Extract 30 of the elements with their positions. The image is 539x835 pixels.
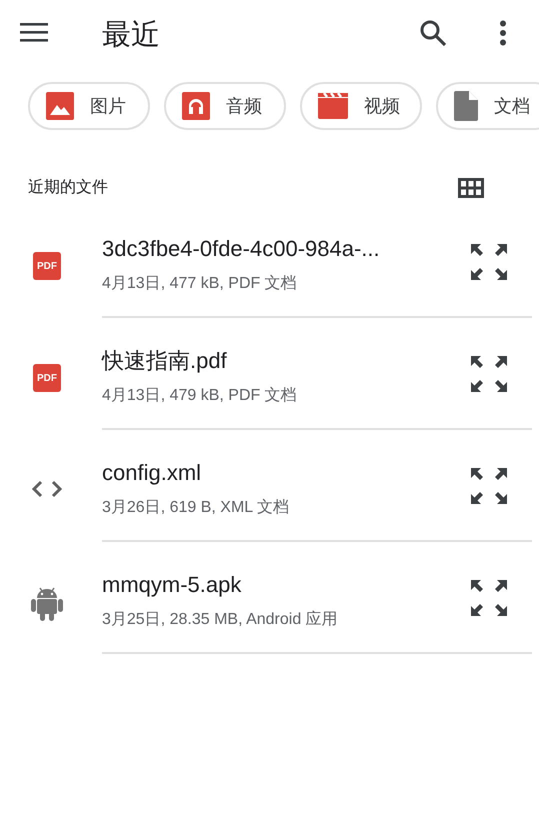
image-icon xyxy=(46,92,74,120)
clapperboard-icon xyxy=(318,93,348,119)
pdf-file-icon: PDF xyxy=(33,252,61,280)
expand-icon[interactable] xyxy=(471,244,507,280)
grid-view-icon[interactable] xyxy=(458,178,484,198)
expand-icon[interactable] xyxy=(471,468,507,504)
file-name: config.xml xyxy=(102,459,202,487)
file-details: 3月25日, 28.35 MB, Android 应用 xyxy=(102,610,338,630)
file-details: 3月26日, 619 B, XML 文档 xyxy=(102,498,290,518)
screen-title: 最近 xyxy=(102,18,160,53)
android-icon xyxy=(31,585,63,621)
file-name: mmqym-5.apk xyxy=(102,571,242,599)
section-title: 近期的文件 xyxy=(28,178,108,198)
more-options-icon[interactable] xyxy=(498,20,508,46)
category-chip[interactable]: 视频 xyxy=(300,82,422,130)
file-name: 快速指南.pdf xyxy=(102,347,227,375)
category-chip[interactable]: 文档 xyxy=(436,82,539,130)
category-chip[interactable]: 音频 xyxy=(164,82,286,130)
headphones-icon xyxy=(182,92,210,120)
menu-icon[interactable] xyxy=(20,22,48,42)
code-icon xyxy=(31,480,63,498)
file-name: 3dc3fbe4-0fde-4c00-984a-... xyxy=(102,235,380,263)
file-details: 4月13日, 477 kB, PDF 文档 xyxy=(102,274,297,294)
expand-icon[interactable] xyxy=(471,580,507,616)
document-icon xyxy=(454,91,478,121)
pdf-file-icon: PDF xyxy=(33,364,61,392)
expand-icon[interactable] xyxy=(471,356,507,392)
search-icon[interactable] xyxy=(419,19,447,47)
file-details: 4月13日, 479 kB, PDF 文档 xyxy=(102,386,297,406)
category-chip[interactable]: 图片 xyxy=(28,82,150,130)
